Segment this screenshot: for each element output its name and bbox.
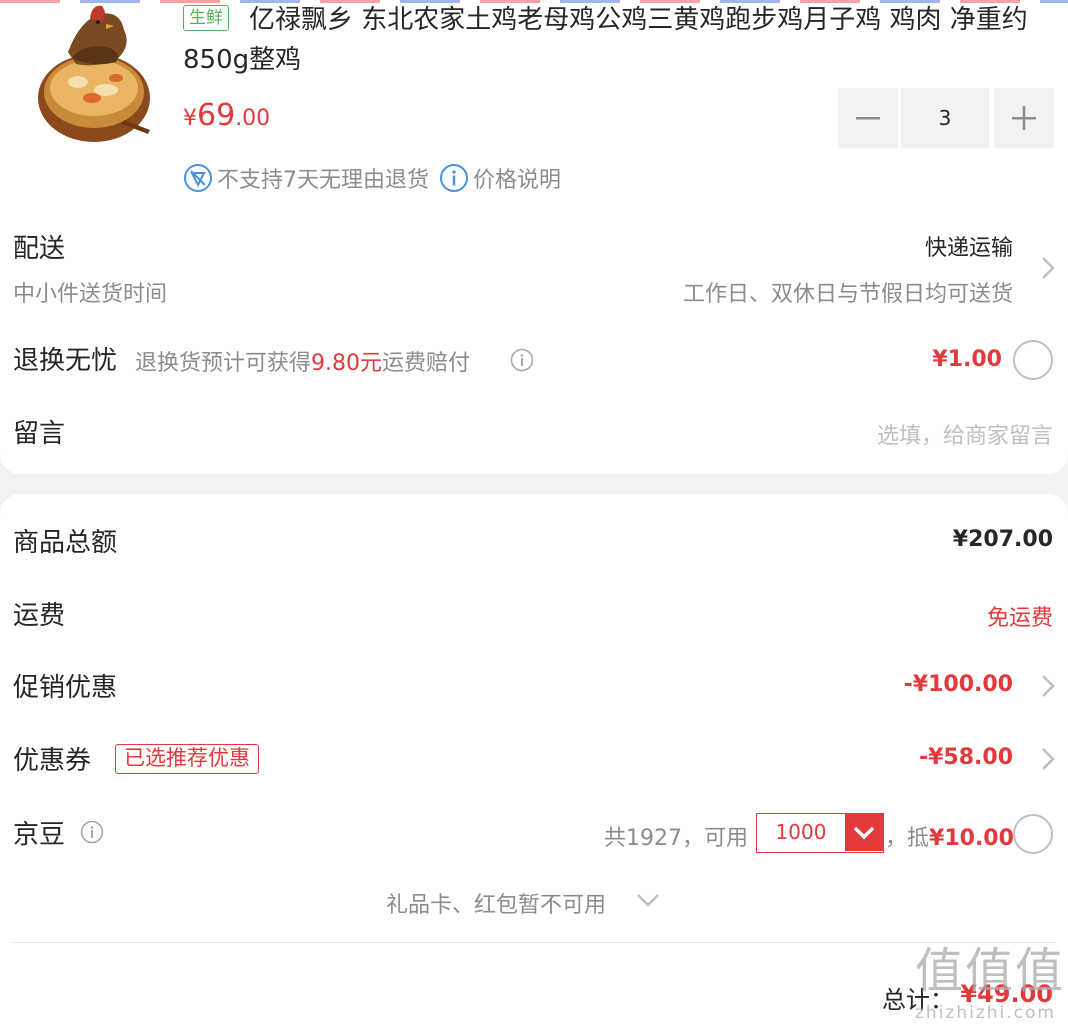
jd-bean-selected-value: 1000: [775, 820, 827, 844]
jd-bean-radio[interactable]: [1013, 814, 1053, 854]
increase-quantity-button[interactable]: [994, 88, 1054, 148]
promo-chevron-right-icon[interactable]: [1040, 673, 1056, 699]
site-watermark: 值值值 zhizhizhi.com: [915, 940, 1065, 1029]
return-insurance-label: 退换无忧: [13, 346, 118, 376]
return-insurance-desc-suffix: 运费赔付: [382, 351, 471, 376]
jd-bean-deduct-value: ¥10.00: [929, 826, 1014, 851]
jd-bean-info-icon[interactable]: [80, 820, 104, 844]
goods-total-label: 商品总额: [13, 528, 118, 558]
delivery-chevron-right-icon[interactable]: [1040, 255, 1056, 281]
jd-bean-deduct: ，抵¥10.00: [885, 820, 1014, 852]
return-insurance-radio[interactable]: [1013, 340, 1053, 380]
shipping-label: 运费: [13, 601, 66, 631]
no-return-icon: [184, 164, 212, 192]
delivery-sublabel: 中小件送货时间: [13, 282, 168, 307]
product-price: ¥69.00: [183, 98, 270, 133]
return-insurance-desc-prefix: 退换货预计可获得: [135, 351, 312, 376]
decrease-quantity-button[interactable]: [838, 88, 898, 148]
product-policy-row: 不支持7天无理由退货 价格说明: [183, 162, 561, 194]
price-decimal: .00: [235, 106, 271, 131]
jd-bean-deduct-prefix: ，抵: [885, 826, 930, 851]
jd-bean-dropdown-button[interactable]: [845, 814, 883, 851]
coupon-chevron-right-icon[interactable]: [1040, 746, 1056, 772]
product-image[interactable]: [28, 2, 156, 150]
goods-total-value: ¥207.00: [952, 527, 1053, 552]
delivery-label: 配送: [13, 234, 66, 264]
promo-value[interactable]: -¥100.00: [904, 672, 1013, 697]
coupon-label: 优惠券: [13, 746, 92, 776]
shipping-value: 免运费: [986, 606, 1053, 631]
jd-bean-total: 共1927，可用: [604, 826, 748, 851]
jd-bean-amount-select[interactable]: 1000: [756, 813, 884, 853]
gift-card-note[interactable]: 礼品卡、红包暂不可用: [386, 887, 606, 919]
message-label: 留言: [13, 419, 66, 449]
delivery-schedule[interactable]: 工作日、双休日与节假日均可送货: [683, 276, 1013, 308]
coupon-value[interactable]: -¥58.00: [919, 745, 1013, 770]
jd-bean-label: 京豆: [13, 820, 66, 850]
gift-card-chevron-down-icon[interactable]: [636, 892, 660, 908]
message-input[interactable]: 选填，给商家留言: [877, 418, 1053, 450]
no-return-policy-text: 不支持7天无理由退货: [217, 168, 429, 193]
promo-label: 促销优惠: [13, 673, 118, 703]
watermark-logo-text: 值值值: [915, 943, 1066, 999]
quantity-input[interactable]: 3: [901, 88, 989, 148]
delivery-method[interactable]: 快递运输: [925, 230, 1013, 262]
price-note-link[interactable]: 价格说明: [473, 162, 561, 194]
info-circle-icon[interactable]: [439, 163, 469, 193]
product-title[interactable]: 亿禄飘乡 东北农家土鸡老母鸡公鸡三黄鸡跑步鸡月子鸡 鸡肉 净重约850g整鸡: [183, 0, 1043, 80]
fresh-tag: 生鲜: [183, 5, 229, 31]
quantity-stepper: 3: [838, 88, 1054, 148]
chevron-down-icon: [853, 826, 875, 839]
return-info-icon[interactable]: [510, 348, 534, 372]
return-insurance-price: ¥1.00: [932, 347, 1002, 372]
price-currency: ¥: [183, 106, 197, 131]
summary-divider: [13, 942, 1055, 943]
return-insurance-amount: 9.80元: [311, 351, 383, 376]
minus-icon: [856, 117, 880, 120]
plus-icon: [1012, 106, 1036, 130]
watermark-domain-text: zhizhizhi.com: [915, 1003, 1056, 1023]
coupon-recommended-tag: 已选推荐优惠: [115, 744, 259, 774]
price-integer: 69: [197, 98, 236, 133]
return-insurance-desc: 退换货预计可获得9.80元运费赔付: [135, 345, 470, 377]
